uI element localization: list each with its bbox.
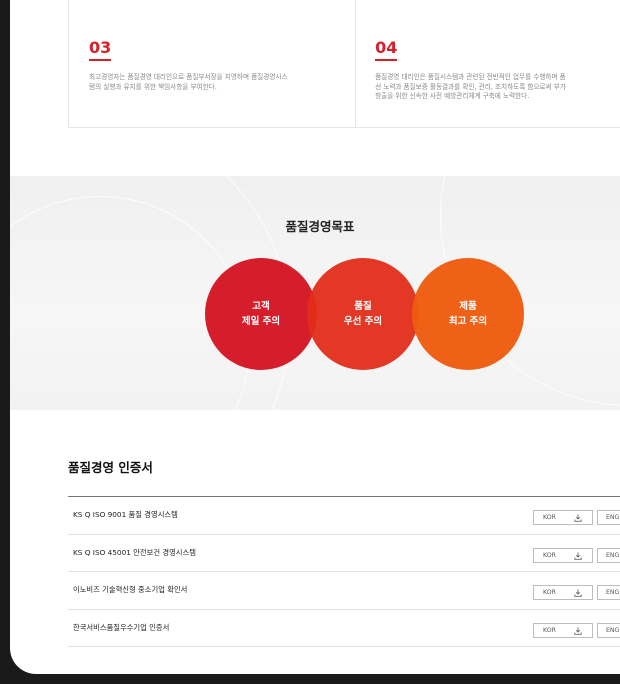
eng-label: ENG	[606, 514, 620, 521]
policy-description: 품질경영 대리인은 품질시스템과 관련된 전반적인 업무를 수행하며 품 선 노…	[375, 73, 566, 100]
policy-card-04: 04 품질경영 대리인은 품질시스템과 관련된 전반적인 업무를 수행하며 품 …	[356, 0, 620, 128]
goal-line: 우선 주의	[343, 316, 383, 327]
policy-number: 04	[375, 39, 398, 61]
eng-download-button[interactable]: ENG	[597, 510, 620, 525]
certificates-title: 품질경영 인증서	[68, 460, 153, 475]
goal-line: 최고 주의	[448, 316, 488, 327]
goal-line: 고객	[252, 301, 270, 312]
goal-line: 제일 주의	[241, 316, 281, 327]
kor-download-button[interactable]: KOR	[533, 585, 593, 600]
certificate-name: KS Q ISO 45001 안전보건 경영시스템	[73, 547, 196, 557]
policy-number: 03	[89, 39, 112, 61]
policy-description: 최고경영자는 품질경영 대리인으로 품질부서장을 지명하며 품질경영시스 템의 …	[89, 73, 288, 91]
eng-label: ENG	[606, 589, 620, 596]
goal-circle-customer: 고객 제일 주의	[205, 258, 317, 370]
certificate-row: KS Q ISO 45001 안전보건 경영시스템 KOR ENG	[68, 535, 620, 572]
certificate-row: 이노비즈 기술혁신형 중소기업 확인서 KOR ENG	[68, 572, 620, 610]
kor-label: KOR	[543, 626, 556, 634]
certificate-name: 이노비즈 기술혁신형 중소기업 확인서	[73, 585, 188, 595]
kor-label: KOR	[543, 514, 556, 521]
goal-line: 품질	[354, 301, 372, 312]
kor-download-button[interactable]: KOR	[533, 547, 593, 563]
eng-download-button[interactable]: ENG	[597, 585, 620, 600]
eng-label: ENG	[606, 551, 620, 559]
download-icon	[574, 627, 582, 635]
kor-label: KOR	[543, 589, 556, 596]
policy-card-03: 03 최고경영자는 품질경영 대리인으로 품질부서장을 지명하며 품질경영시스 …	[68, 0, 357, 128]
eng-download-button[interactable]: ENG	[597, 547, 620, 563]
quality-policy-cards: 03 최고경영자는 품질경영 대리인으로 품질부서장을 지명하며 품질경영시스 …	[68, 0, 620, 128]
download-icon	[574, 589, 582, 597]
page-frame: 03 최고경영자는 품질경영 대리인으로 품질부서장을 지명하며 품질경영시스 …	[10, 0, 620, 674]
download-icon	[574, 514, 582, 522]
kor-download-button[interactable]: KOR	[533, 622, 593, 638]
certificate-row: 한국서비스품질우수기업 인증서 KOR ENG	[68, 610, 620, 647]
quality-goals-section: 품질경영목표 고객 제일 주의 품질 우선 주의 제품 최고 주의	[10, 176, 620, 410]
download-icon	[574, 552, 582, 560]
certificate-list: KS Q ISO 9001 품질 경영시스템 KOR ENG KS Q ISO …	[68, 496, 620, 647]
goals-title: 품질경영목표	[285, 219, 355, 234]
goal-line: 제품	[459, 301, 477, 312]
certificate-name: 한국서비스품질우수기업 인증서	[73, 622, 170, 632]
certificate-name: KS Q ISO 9001 품질 경영시스템	[73, 510, 178, 520]
eng-download-button[interactable]: ENG	[597, 622, 620, 638]
goal-circle-product: 제품 최고 주의	[412, 258, 524, 370]
kor-label: KOR	[543, 551, 556, 559]
certificate-row: KS Q ISO 9001 품질 경영시스템 KOR ENG	[68, 497, 620, 535]
kor-download-button[interactable]: KOR	[533, 510, 593, 525]
goal-circle-quality: 품질 우선 주의	[307, 258, 419, 370]
eng-label: ENG	[606, 626, 620, 634]
